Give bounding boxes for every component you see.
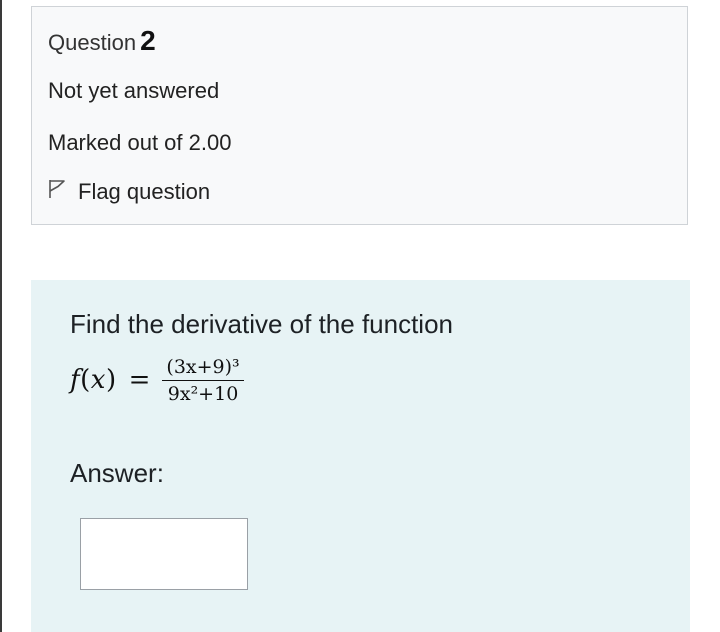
question-info-panel: Question 2 Not yet answered Marked out of… [31, 6, 688, 225]
question-grade: Marked out of 2.00 [48, 130, 232, 155]
question-prompt: Find the derivative of the function [70, 309, 454, 339]
flag-question-link[interactable]: Flag question [48, 179, 210, 205]
flag-question-label: Flag question [78, 179, 211, 204]
window-left-edge [0, 0, 2, 632]
question-formulation: Find the derivative of the function f(x)… [31, 280, 690, 632]
question-heading: Question 2 [48, 25, 156, 57]
function-close-paren: ) [105, 365, 117, 395]
question-state: Not yet answered [48, 78, 220, 103]
answer-input[interactable] [80, 518, 248, 590]
function-lhs: f(x) [70, 365, 117, 395]
answer-label: Answer: [70, 458, 164, 488]
question-label: Question [48, 30, 137, 55]
function-variable: x [90, 365, 106, 395]
function-formula: f(x) = (3x+9)³ 9x²+10 [70, 350, 244, 410]
function-name: f [70, 365, 81, 395]
fraction-numerator: (3x+9)³ [162, 356, 244, 381]
flag-outline-icon [48, 179, 78, 205]
function-open-paren: ( [80, 365, 91, 395]
question-number: 2 [140, 25, 156, 56]
equals-sign: = [128, 365, 151, 395]
fraction-denominator: 9x²+10 [167, 382, 239, 405]
function-fraction: (3x+9)³ 9x²+10 [162, 356, 244, 405]
